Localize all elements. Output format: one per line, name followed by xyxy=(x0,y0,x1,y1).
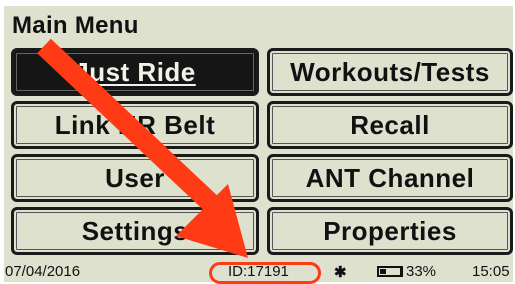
annotation-arrow xyxy=(37,38,248,258)
arrow-shaft xyxy=(37,38,225,218)
